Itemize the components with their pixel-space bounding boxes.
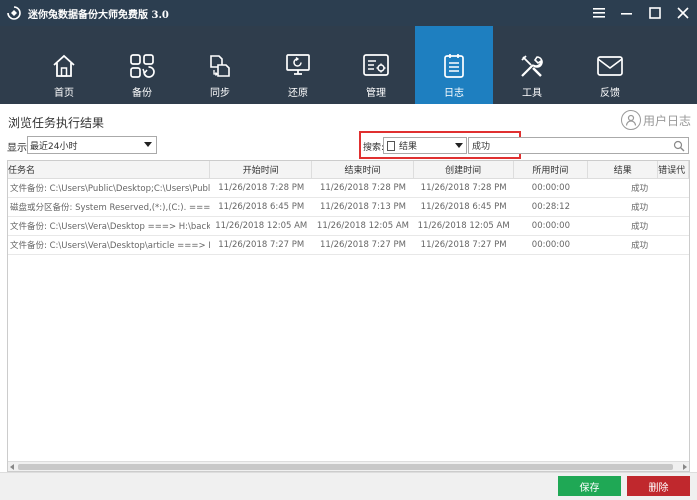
toolbar-label: 首页 [54, 88, 74, 99]
cell-duration: 00:00:00 [531, 221, 570, 231]
cell-error [658, 179, 689, 197]
user-log-label: 用户日志 [642, 113, 691, 128]
toolbar-label: 反馈 [600, 88, 620, 99]
horizontal-scrollbar[interactable] [8, 461, 689, 471]
user-icon [620, 110, 641, 130]
table-row[interactable]: 文件备份: C:\Users\Public\Desktop;C:\Users\P… [8, 179, 689, 198]
toolbar-restore[interactable]: 还原 [259, 26, 337, 104]
cell-end: 11/26/2018 7:13 PM [319, 202, 406, 212]
user-log-link[interactable]: 用户日志 [620, 110, 691, 130]
cell-end: 11/26/2018 12:05 AM [316, 221, 409, 231]
maximize-icon[interactable] [641, 0, 669, 26]
column-header-start[interactable]: 开始时间 [210, 161, 313, 178]
dropdown-arrow-icon [455, 143, 463, 148]
cell-result: 成功 [631, 184, 649, 194]
cell-result: 成功 [631, 241, 649, 251]
restore-icon [283, 51, 313, 81]
scrollbar-thumb[interactable] [18, 464, 673, 470]
toolbar-label: 管理 [366, 88, 386, 99]
cell-duration: 00:28:12 [531, 202, 570, 212]
toolbar-label: 备份 [132, 88, 152, 99]
results-table: 任务名 开始时间 结束时间 创建时间 所用时间 结果 错误代 文件备份: C:\… [7, 160, 690, 472]
column-header-duration[interactable]: 所用时间 [514, 161, 589, 178]
cell-task: 文件备份: C:\Users\Vera\Desktop ===> H:\back… [10, 222, 210, 232]
close-icon[interactable] [669, 0, 697, 26]
cell-result: 成功 [631, 203, 649, 213]
cell-start: 11/26/2018 12:05 AM [215, 221, 308, 231]
column-header-task[interactable]: 任务名 [8, 161, 211, 178]
toolbar-label: 同步 [210, 88, 230, 99]
cell-task: 文件备份: C:\Users\Vera\Desktop\article ===>… [10, 241, 210, 251]
cell-start: 11/26/2018 7:27 PM [218, 240, 305, 250]
table-row[interactable]: 文件备份: C:\Users\Vera\Desktop ===> H:\back… [8, 217, 689, 236]
cell-task: 文件备份: C:\Users\Public\Desktop;C:\Users\P… [10, 184, 211, 194]
cell-error [658, 198, 689, 216]
save-button[interactable]: 保存 [558, 476, 621, 496]
toolbar-tools[interactable]: 工具 [493, 26, 571, 104]
minimize-icon[interactable] [613, 0, 641, 26]
time-range-select[interactable]: 最近24小时 [27, 136, 157, 154]
time-range-value: 最近24小时 [30, 141, 78, 152]
scroll-right-icon[interactable] [683, 464, 687, 470]
show-label: 显示 [7, 143, 27, 154]
cell-duration: 00:00:00 [531, 183, 570, 193]
cell-start: 11/26/2018 6:45 PM [218, 202, 305, 212]
search-label: 搜索: [363, 143, 385, 153]
cell-task: 磁盘或分区备份: System Reserved,(*:),(C:). ===>… [10, 203, 211, 213]
app-logo-icon [6, 5, 22, 21]
title-bar: 迷你兔数据备份大师免费版 3.0 [0, 0, 697, 26]
main-toolbar: 首页 备份 同步 还原 管理 日志 工具 反馈 [0, 26, 697, 104]
search-input-value: 成功 [472, 142, 491, 152]
cell-duration: 00:00:00 [531, 240, 570, 250]
column-header-end[interactable]: 结束时间 [312, 161, 414, 178]
window-title: 迷你兔数据备份大师免费版 3.0 [28, 9, 169, 21]
cell-end: 11/26/2018 7:28 PM [319, 183, 406, 193]
feedback-icon [595, 51, 625, 81]
delete-button[interactable]: 删除 [627, 476, 690, 496]
tools-icon [517, 51, 547, 81]
dropdown-arrow-icon [144, 142, 152, 147]
cell-error [658, 217, 689, 235]
table-row[interactable]: 磁盘或分区备份: System Reserved,(*:),(C:). ===>… [8, 198, 689, 217]
cell-created: 11/26/2018 7:27 PM [420, 240, 507, 250]
toolbar-label: 日志 [444, 88, 464, 99]
toolbar-sync[interactable]: 同步 [181, 26, 259, 104]
cell-created: 11/26/2018 6:45 PM [420, 202, 507, 212]
menu-icon[interactable] [585, 0, 613, 26]
toolbar-log[interactable]: 日志 [415, 26, 493, 104]
search-icon[interactable] [673, 140, 685, 152]
cell-start: 11/26/2018 7:28 PM [218, 183, 305, 193]
column-header-result[interactable]: 结果 [588, 161, 659, 178]
log-icon [439, 51, 469, 81]
cell-result: 成功 [631, 222, 649, 232]
toolbar-home[interactable]: 首页 [25, 26, 103, 104]
document-icon [387, 140, 395, 151]
toolbar-feedback[interactable]: 反馈 [571, 26, 649, 104]
toolbar-label: 还原 [288, 88, 308, 99]
home-icon [49, 51, 79, 81]
table-header: 任务名 开始时间 结束时间 创建时间 所用时间 结果 错误代 [8, 161, 689, 179]
sync-icon [205, 51, 235, 81]
backup-icon [127, 51, 157, 81]
toolbar-backup[interactable]: 备份 [103, 26, 181, 104]
toolbar-label: 工具 [522, 88, 542, 99]
search-field-select[interactable]: 结果 [383, 137, 467, 154]
cell-created: 11/26/2018 12:05 AM [417, 221, 510, 231]
cell-created: 11/26/2018 7:28 PM [420, 183, 507, 193]
cell-error [658, 236, 689, 254]
scroll-left-icon[interactable] [10, 464, 14, 470]
column-header-created[interactable]: 创建时间 [414, 161, 514, 178]
toolbar-manage[interactable]: 管理 [337, 26, 415, 104]
column-header-error[interactable]: 错误代 [658, 161, 689, 178]
table-row[interactable]: 文件备份: C:\Users\Vera\Desktop\article ===>… [8, 236, 689, 255]
cell-end: 11/26/2018 7:27 PM [319, 240, 406, 250]
search-field-value: 结果 [399, 142, 418, 152]
manage-icon [361, 51, 391, 81]
page-title: 浏览任务执行结果 [8, 116, 105, 130]
search-input[interactable]: 成功 [468, 137, 689, 154]
